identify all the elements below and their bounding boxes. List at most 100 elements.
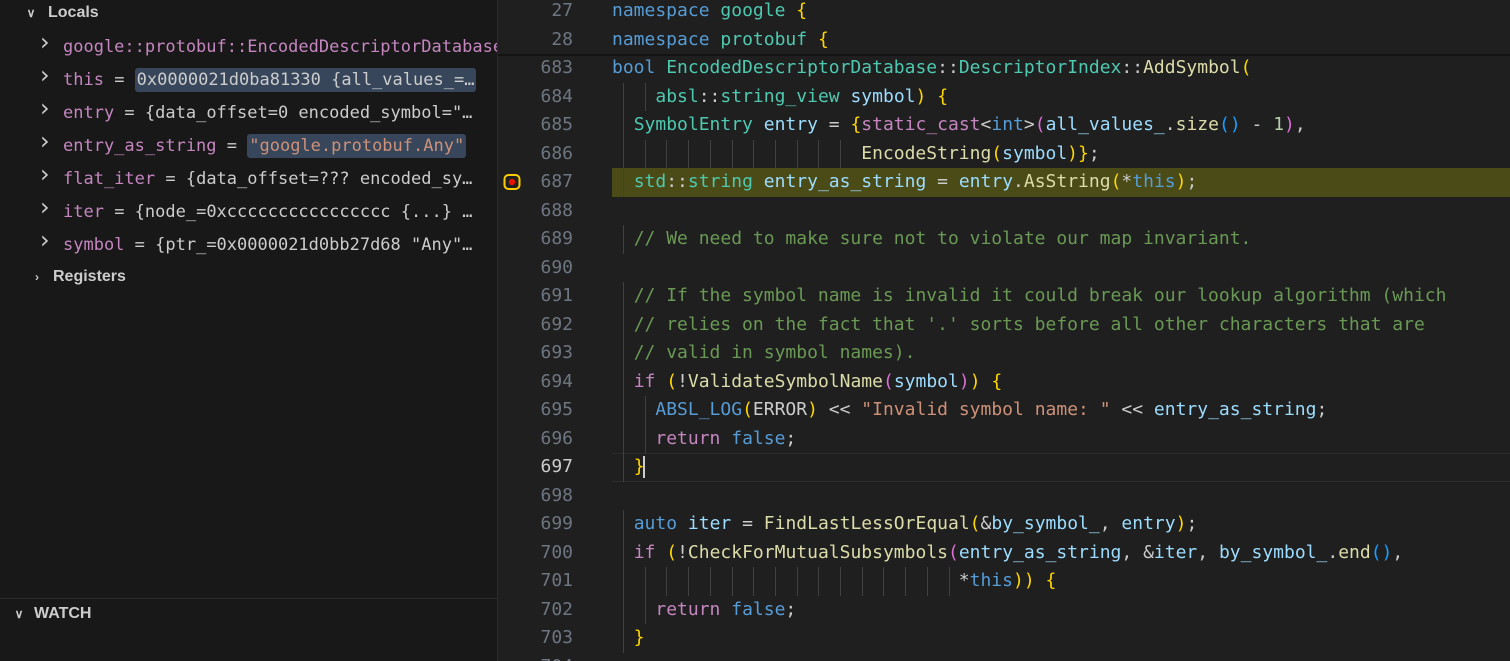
variable-equals: = <box>103 69 135 90</box>
line-number: 683 <box>540 57 573 78</box>
code-line[interactable]: 698 <box>498 482 1510 511</box>
registers-section-header[interactable]: › Registers <box>30 264 126 290</box>
chevron-right-icon[interactable]: › <box>40 129 50 155</box>
code-line[interactable]: 683 bool EncodedDescriptorDatabase::Descr… <box>498 54 1510 83</box>
line-number: 694 <box>540 370 573 392</box>
variable-value[interactable]: {ptr_=0x0000021d0bb27d68 "Any"… <box>155 235 472 255</box>
variable-name: flat_iter <box>63 168 156 189</box>
variable-row[interactable]: › google::protobuf::EncodedDescriptorData… <box>0 30 497 63</box>
variable-row[interactable]: › entry = {data_offset=0 encoded_symbol="… <box>0 96 497 129</box>
code-text: std::string entry_as_string = entry.AsSt… <box>633 171 1198 192</box>
code-text: return false; <box>655 598 797 620</box>
code-text: SymbolEntry entry = {static_cast<int>(al… <box>633 114 1306 135</box>
line-number: 700 <box>540 541 573 563</box>
code-line[interactable]: 684 absl::string_view symbol) { <box>498 82 1510 111</box>
code-line[interactable]: 692 // relies on the fact that '.' sorts… <box>498 310 1510 339</box>
chevron-right-icon[interactable]: › <box>40 162 50 188</box>
code-line[interactable]: 704 <box>498 653 1510 661</box>
code-text: ABSL_LOG(ERROR) << "Invalid symbol name:… <box>655 399 1328 420</box>
code-line[interactable]: 694 if (!ValidateSymbolName(symbol)) { <box>498 367 1510 396</box>
code-line[interactable]: 685 SymbolEntry entry = {static_cast<int… <box>498 111 1510 140</box>
line-number: 685 <box>540 114 573 135</box>
chevron-right-icon[interactable]: › <box>40 228 50 254</box>
code-line[interactable]: 696 return false; <box>498 424 1510 453</box>
variable-equals: = <box>103 201 135 222</box>
variable-row[interactable]: › symbol = {ptr_=0x0000021d0bb27d68 "Any"… <box>0 228 497 261</box>
line-number: 697 <box>540 456 573 477</box>
code-line[interactable]: 27 namespace google { <box>498 0 1510 26</box>
code-line[interactable]: 703 } <box>498 624 1510 653</box>
code-line[interactable]: 691 // If the symbol name is invalid it … <box>498 282 1510 311</box>
chevron-right-icon[interactable]: › <box>40 30 50 56</box>
variable-value[interactable]: 0x0000021d0ba81330 {all_values_=… <box>134 67 477 92</box>
line-number: 701 <box>540 570 573 591</box>
chevron-right-icon[interactable]: › <box>40 195 50 221</box>
locals-label: Locals <box>48 4 99 21</box>
chevron-right-icon[interactable]: › <box>40 63 50 89</box>
code-text: } <box>633 627 645 648</box>
debug-sidebar: ∨ Locals › google::protobuf::EncodedDescr… <box>0 0 497 661</box>
code-text: EncodeString(symbol)}; <box>861 142 1100 164</box>
line-number: 687 <box>540 171 573 192</box>
code-line[interactable]: 687 std::string entry_as_string = entry.… <box>498 168 1510 197</box>
variable-equals: = <box>216 135 248 156</box>
line-number: 28 <box>551 28 573 50</box>
chevron-right-icon: › <box>35 270 39 284</box>
watch-section-header[interactable]: ∨ WATCH <box>12 601 92 627</box>
line-number: 693 <box>540 342 573 363</box>
code-text: } <box>633 456 645 478</box>
line-number: 689 <box>540 228 573 249</box>
line-number: 702 <box>540 598 573 620</box>
code-text: namespace protobuf { <box>612 28 829 50</box>
code-line[interactable]: 690 <box>498 254 1510 283</box>
code-line[interactable]: 686 EncodeString(symbol)}; <box>498 139 1510 168</box>
line-number: 27 <box>551 0 573 21</box>
code-text: // We need to make sure not to violate o… <box>633 228 1252 249</box>
variable-name: google::protobuf::EncodedDescriptorDatab… <box>63 36 497 57</box>
code-line[interactable]: 695 ABSL_LOG(ERROR) << "Invalid symbol n… <box>498 396 1510 425</box>
code-line[interactable]: 701 *this)) { <box>498 567 1510 596</box>
line-number: 690 <box>540 256 573 278</box>
code-line[interactable]: 700 if (!CheckForMutualSubsymbols(entry_… <box>498 538 1510 567</box>
chevron-down-icon: ∨ <box>14 607 24 621</box>
variable-equals: = <box>114 102 145 123</box>
variable-name: this <box>63 69 104 90</box>
code-line[interactable]: 689 // We need to make sure not to viola… <box>498 225 1510 254</box>
variable-value[interactable]: "google.protobuf.Any" <box>247 133 467 158</box>
text-cursor <box>642 456 645 478</box>
code-text: if (!CheckForMutualSubsymbols(entry_as_s… <box>633 541 1404 563</box>
code-line[interactable]: 688 <box>498 197 1510 226</box>
code-text: auto iter = FindLastLessOrEqual(&by_symb… <box>633 513 1198 534</box>
variable-value[interactable]: {data_offset=0 encoded_symbol="… <box>145 103 473 123</box>
code-text: // If the symbol name is invalid it coul… <box>633 285 1447 306</box>
code-line[interactable]: 693 // valid in symbol names). <box>498 339 1510 368</box>
line-number: 696 <box>540 427 573 449</box>
line-number: 704 <box>498 653 573 661</box>
variable-equals: = <box>124 234 156 255</box>
variable-name: symbol <box>63 234 125 255</box>
chevron-right-icon[interactable]: › <box>40 96 50 122</box>
code-line[interactable]: 699 auto iter = FindLastLessOrEqual(&by_… <box>498 510 1510 539</box>
variable-row[interactable]: › this = 0x0000021d0ba81330 {all_values_=… <box>0 63 497 96</box>
variable-row[interactable]: › flat_iter = {data_offset=??? encoded_sy… <box>0 162 497 195</box>
variable-value[interactable]: {node_=0xcccccccccccccccc {...} … <box>135 202 473 222</box>
line-number: 686 <box>540 142 573 164</box>
code-line[interactable]: 697 } <box>498 453 1510 482</box>
variable-row[interactable]: › entry_as_string = "google.protobuf.Any" <box>0 129 497 162</box>
watch-divider <box>0 598 497 599</box>
variable-row[interactable]: › iter = {node_=0xcccccccccccccccc {...} … <box>0 195 497 228</box>
watch-label: WATCH <box>34 605 92 622</box>
code-line[interactable]: 28 namespace protobuf { <box>498 25 1510 54</box>
code-text: return false; <box>655 427 797 449</box>
line-number: 699 <box>540 513 573 534</box>
locals-section-header[interactable]: ∨ Locals <box>24 0 99 26</box>
line-number: 684 <box>540 85 573 107</box>
variable-equals: = <box>155 168 186 189</box>
code-line[interactable]: 702 return false; <box>498 595 1510 624</box>
variable-name: entry_as_string <box>63 135 217 156</box>
code-text: // relies on the fact that '.' sorts bef… <box>633 313 1425 335</box>
line-number: 692 <box>540 313 573 335</box>
variable-name: iter <box>63 201 104 222</box>
variable-value[interactable]: {data_offset=??? encoded_sy… <box>186 169 473 189</box>
code-editor[interactable]: 27 namespace google {28 namespace protobuf… <box>498 0 1510 661</box>
